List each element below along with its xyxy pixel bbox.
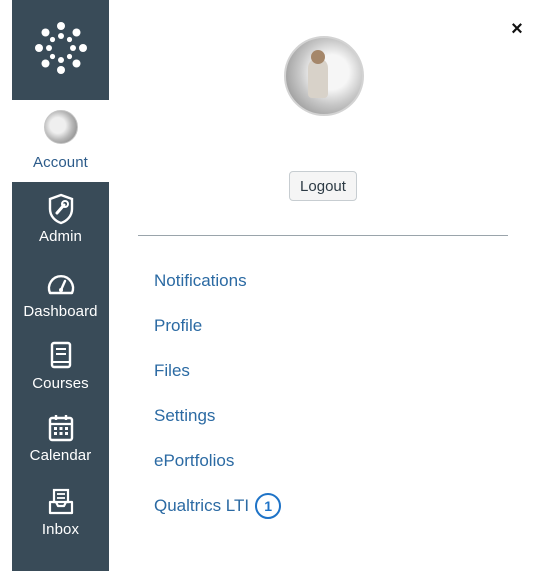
nav-item-dashboard-label: Dashboard — [23, 303, 98, 320]
qualtrics-lti-label: Qualtrics LTI — [154, 496, 250, 515]
canvas-logo-icon — [34, 22, 87, 74]
files-link[interactable]: Files — [154, 358, 190, 384]
canvas-logo[interactable] — [12, 0, 109, 96]
avatar-head — [311, 50, 325, 64]
global-navigation: Account Admin Dashboard Courses Calendar… — [12, 0, 109, 571]
account-links: Notifications Profile Files Settings ePo… — [154, 268, 282, 538]
logout-button[interactable]: Logout — [289, 171, 357, 201]
nav-item-account[interactable]: Account — [12, 100, 109, 182]
tray-divider — [138, 235, 508, 236]
account-tray: × Logout Notifications Profile Files Set… — [109, 0, 556, 571]
nav-item-calendar-label: Calendar — [29, 447, 92, 464]
eportfolios-link[interactable]: ePortfolios — [154, 448, 234, 474]
admin-shield-icon — [47, 193, 75, 225]
calendar-icon — [47, 412, 75, 444]
inbox-icon — [48, 486, 74, 518]
profile-avatar — [284, 36, 364, 116]
courses-book-icon — [49, 340, 73, 372]
qualtrics-lti-link[interactable]: Qualtrics LTI 1 — [154, 493, 282, 519]
nav-item-admin-label: Admin — [38, 228, 83, 245]
profile-link[interactable]: Profile — [154, 313, 202, 339]
avatar-figure — [308, 58, 328, 98]
nav-item-inbox[interactable]: Inbox — [12, 486, 109, 538]
settings-link[interactable]: Settings — [154, 403, 215, 429]
list-item: Notifications — [154, 268, 281, 313]
list-item: ePortfolios — [154, 448, 281, 493]
nav-item-courses-label: Courses — [32, 375, 89, 392]
list-item: Profile — [154, 313, 281, 358]
nav-item-admin[interactable]: Admin — [12, 193, 109, 245]
nav-item-dashboard[interactable]: Dashboard — [12, 268, 109, 320]
callout-number-badge: 1 — [255, 493, 282, 519]
close-icon: × — [511, 18, 523, 40]
logout-button-label: Logout — [300, 177, 346, 195]
nav-item-inbox-label: Inbox — [41, 521, 80, 538]
notifications-link[interactable]: Notifications — [154, 268, 247, 294]
list-item: Qualtrics LTI 1 — [154, 493, 282, 538]
list-item: Settings — [154, 403, 281, 448]
list-item: Files — [154, 358, 281, 403]
nav-item-calendar[interactable]: Calendar — [12, 412, 109, 464]
dashboard-gauge-icon — [46, 268, 76, 300]
nav-item-account-label: Account — [33, 154, 88, 171]
user-avatar — [43, 110, 78, 144]
nav-item-courses[interactable]: Courses — [12, 340, 109, 392]
close-button[interactable]: × — [508, 18, 526, 40]
